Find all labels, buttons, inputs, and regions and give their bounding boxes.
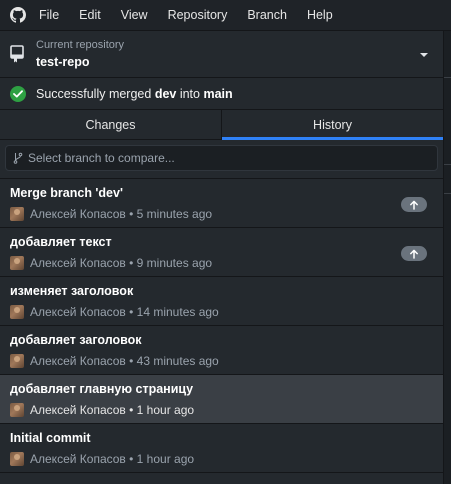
banner-target-branch: main	[203, 86, 233, 101]
commit-title: добавляет заголовок	[10, 333, 142, 347]
commit-list: Merge branch 'dev' Алексей Копасов • 5 m…	[0, 179, 443, 473]
commit-row[interactable]: Merge branch 'dev' Алексей Копасов • 5 m…	[0, 179, 443, 228]
commit-author-time: Алексей Копасов • 1 hour ago	[30, 403, 195, 417]
repo-icon	[10, 45, 26, 63]
tab-history[interactable]: History	[222, 110, 443, 140]
menu-view[interactable]: View	[111, 0, 158, 30]
avatar	[10, 207, 24, 221]
menu-bar: File Edit View Repository Branch Help	[0, 0, 451, 31]
commit-row[interactable]: Initial commit Алексей Копасов • 1 hour …	[0, 424, 443, 473]
commit-author-time: Алексей Копасов • 5 minutes ago	[30, 207, 213, 221]
commit-meta: Алексей Копасов • 1 hour ago	[10, 452, 433, 466]
commit-title: изменяет заголовок	[10, 284, 134, 298]
diff-pane-edge	[443, 31, 451, 484]
commit-author-time: Алексей Копасов • 43 minutes ago	[30, 354, 219, 368]
banner-prefix: Successfully merged	[36, 86, 155, 101]
menu-repository[interactable]: Repository	[158, 0, 238, 30]
banner-source-branch: dev	[154, 86, 177, 101]
commit-row[interactable]: изменяет заголовок Алексей Копасов • 14 …	[0, 277, 443, 326]
commit-row[interactable]: добавляет заголовок Алексей Копасов • 43…	[0, 326, 443, 375]
commit-meta: Алексей Копасов • 43 minutes ago	[10, 354, 433, 368]
merge-success-banner: Successfully merged dev into main	[0, 78, 443, 110]
commit-title: добавляет главную страницу	[10, 382, 194, 396]
repository-label: Current repository	[36, 38, 125, 51]
chevron-down-icon[interactable]	[419, 49, 429, 59]
avatar	[10, 452, 24, 466]
repository-name: test-repo	[36, 54, 90, 69]
check-circle-icon	[10, 85, 26, 102]
commit-meta: Алексей Копасов • 1 hour ago	[10, 403, 433, 417]
branch-compare-box[interactable]	[5, 145, 438, 171]
menu-file[interactable]: File	[39, 0, 69, 30]
commit-meta: Алексей Копасов • 14 minutes ago	[10, 305, 433, 319]
menu-help[interactable]: Help	[297, 0, 343, 30]
avatar	[10, 354, 24, 368]
divider	[444, 193, 451, 194]
avatar	[10, 403, 24, 417]
commit-author-time: Алексей Копасов • 14 minutes ago	[30, 305, 219, 319]
commit-author-time: Алексей Копасов • 9 minutes ago	[30, 256, 213, 270]
repository-info: Current repository test-repo	[36, 39, 419, 70]
divider	[444, 77, 451, 78]
commit-title: Merge branch 'dev'	[10, 186, 123, 200]
commit-row[interactable]: добавляет текст Алексей Копасов • 9 minu…	[0, 228, 443, 277]
tab-changes[interactable]: Changes	[0, 110, 222, 139]
repository-selector[interactable]: Current repository test-repo	[0, 31, 443, 78]
history-panel: Current repository test-repo Successfull…	[0, 31, 443, 484]
commit-meta: Алексей Копасов • 5 minutes ago	[10, 207, 433, 221]
commit-author-time: Алексей Копасов • 1 hour ago	[30, 452, 195, 466]
banner-middle: into	[176, 86, 204, 101]
menu-edit[interactable]: Edit	[69, 0, 111, 30]
divider	[444, 164, 451, 165]
avatar	[10, 256, 24, 270]
git-branch-icon	[13, 152, 23, 164]
menu-branch[interactable]: Branch	[237, 0, 297, 30]
tab-bar: Changes History	[0, 110, 443, 140]
arrow-up-icon	[401, 197, 427, 212]
commit-title: Initial commit	[10, 431, 91, 445]
branch-compare-bar	[0, 140, 443, 179]
github-icon	[10, 7, 26, 23]
arrow-up-icon	[401, 246, 427, 261]
commit-title: добавляет текст	[10, 235, 112, 249]
commit-row-selected[interactable]: добавляет главную страницу Алексей Копас…	[0, 375, 443, 424]
banner-message: Successfully merged dev into main	[36, 87, 233, 101]
branch-compare-input[interactable]	[28, 151, 430, 165]
avatar	[10, 305, 24, 319]
commit-meta: Алексей Копасов • 9 minutes ago	[10, 256, 433, 270]
